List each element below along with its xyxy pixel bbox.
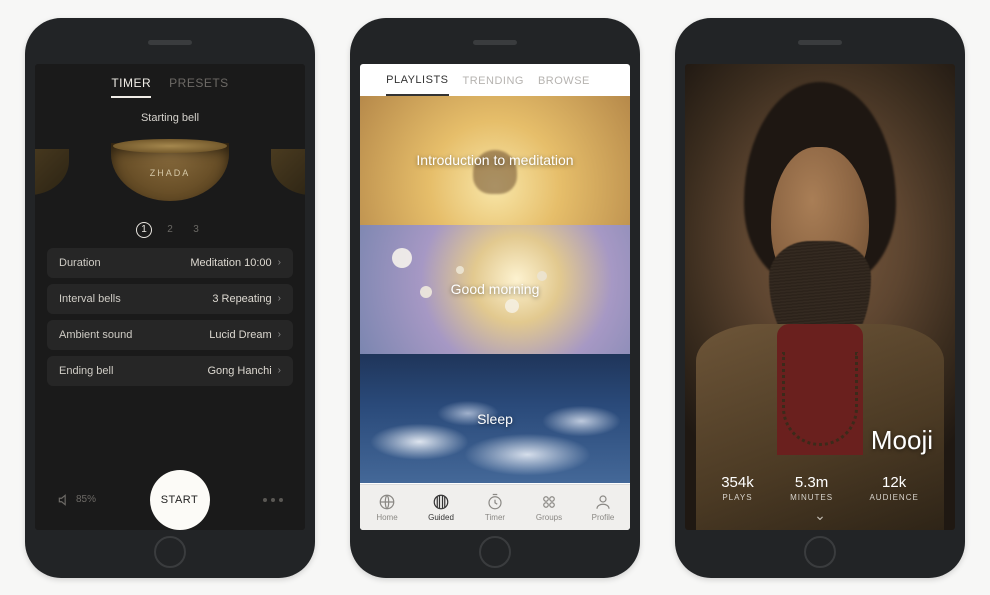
row-duration[interactable]: Duration Meditation 10:00 › [47, 248, 293, 278]
start-button[interactable]: START [150, 470, 210, 530]
tab-playlists[interactable]: PLAYLISTS [386, 74, 448, 96]
tab-profile[interactable]: Profile [576, 485, 630, 530]
ambient-label: Ambient sound [59, 329, 132, 341]
timer-icon [486, 493, 504, 511]
starting-bell-label: Starting bell [35, 112, 305, 124]
tab-label: Timer [485, 513, 505, 522]
row-ambient[interactable]: Ambient sound Lucid Dream › [47, 320, 293, 350]
bowl-current[interactable]: ZHADA [111, 143, 229, 201]
chevron-right-icon: › [278, 365, 281, 376]
more-button[interactable] [263, 498, 283, 502]
tab-groups[interactable]: Groups [522, 485, 576, 530]
top-nav: PLAYLISTS TRENDING BROWSE [360, 64, 630, 96]
home-button[interactable] [479, 536, 511, 568]
playlist-morning[interactable]: Good morning [360, 225, 630, 354]
page-1[interactable]: 1 [136, 222, 152, 238]
stat-value: 5.3m [790, 474, 833, 491]
row-ending[interactable]: Ending bell Gong Hanchi › [47, 356, 293, 386]
tab-browse[interactable]: BROWSE [538, 75, 590, 95]
bowl-carousel[interactable]: ZHADA [35, 128, 305, 216]
tab-timer[interactable]: TIMER [111, 76, 151, 98]
tab-label: Profile [592, 513, 615, 522]
bottom-tabbar: Home Guided Timer Groups Profile [360, 484, 630, 530]
tab-presets[interactable]: PRESETS [169, 76, 229, 98]
screen-timer: TIMER PRESETS Starting bell ZHADA 1 2 3 … [35, 64, 305, 530]
stat-minutes: 5.3m MINUTES [790, 474, 833, 502]
tab-trending[interactable]: TRENDING [463, 75, 524, 95]
profile-icon [594, 493, 612, 511]
profile-photo [685, 64, 955, 530]
screen-playlists: PLAYLISTS TRENDING BROWSE Introduction t… [360, 64, 630, 530]
playlist-title: Good morning [451, 281, 540, 297]
pager: 1 2 3 [35, 222, 305, 238]
page-3[interactable]: 3 [188, 222, 204, 238]
tab-label: Groups [536, 513, 562, 522]
row-interval[interactable]: Interval bells 3 Repeating › [47, 284, 293, 314]
stat-value: 12k [869, 474, 918, 491]
phone-timer: TIMER PRESETS Starting bell ZHADA 1 2 3 … [25, 18, 315, 578]
volume-control[interactable]: 85% [57, 493, 96, 507]
duration-label: Duration [59, 257, 101, 269]
playlist-intro[interactable]: Introduction to meditation [360, 96, 630, 225]
globe-icon [378, 493, 396, 511]
stat-label: MINUTES [790, 493, 833, 502]
guided-icon [432, 493, 450, 511]
playlist-title: Sleep [477, 411, 513, 427]
ending-label: Ending bell [59, 365, 113, 377]
speaker-icon [57, 493, 71, 507]
playlist-title: Introduction to meditation [416, 152, 573, 168]
stat-label: PLAYS [721, 493, 754, 502]
duration-value: Meditation 10:00 [190, 257, 271, 269]
bowl-prev[interactable] [35, 149, 69, 195]
chevron-down-icon[interactable]: ⌄ [814, 507, 826, 524]
tab-home[interactable]: Home [360, 485, 414, 530]
bowl-next[interactable] [271, 149, 305, 195]
stat-plays: 354k PLAYS [721, 474, 754, 502]
chevron-right-icon: › [278, 329, 281, 340]
tabs: TIMER PRESETS [35, 64, 305, 106]
interval-value: 3 Repeating [212, 293, 271, 305]
tab-guided[interactable]: Guided [414, 485, 468, 530]
chevron-right-icon: › [278, 257, 281, 268]
playlist-sleep[interactable]: Sleep [360, 354, 630, 483]
profile-stats: 354k PLAYS 5.3m MINUTES 12k AUDIENCE [685, 474, 955, 502]
screen-profile: Mooji 354k PLAYS 5.3m MINUTES 12k AUDIEN… [685, 64, 955, 530]
stat-value: 354k [721, 474, 754, 491]
home-button[interactable] [804, 536, 836, 568]
profile-name: Mooji [871, 425, 933, 456]
phone-profile: Mooji 354k PLAYS 5.3m MINUTES 12k AUDIEN… [675, 18, 965, 578]
stat-audience: 12k AUDIENCE [869, 474, 918, 502]
bowl-name: ZHADA [150, 168, 191, 178]
stat-label: AUDIENCE [869, 493, 918, 502]
tab-label: Guided [428, 513, 454, 522]
tab-timer[interactable]: Timer [468, 485, 522, 530]
interval-label: Interval bells [59, 293, 121, 305]
page-2[interactable]: 2 [162, 222, 178, 238]
chevron-right-icon: › [278, 293, 281, 304]
phone-playlists: PLAYLISTS TRENDING BROWSE Introduction t… [350, 18, 640, 578]
home-button[interactable] [154, 536, 186, 568]
volume-value: 85% [76, 494, 96, 505]
ending-value: Gong Hanchi [207, 365, 271, 377]
tab-label: Home [376, 513, 397, 522]
ambient-value: Lucid Dream [209, 329, 271, 341]
groups-icon [540, 493, 558, 511]
